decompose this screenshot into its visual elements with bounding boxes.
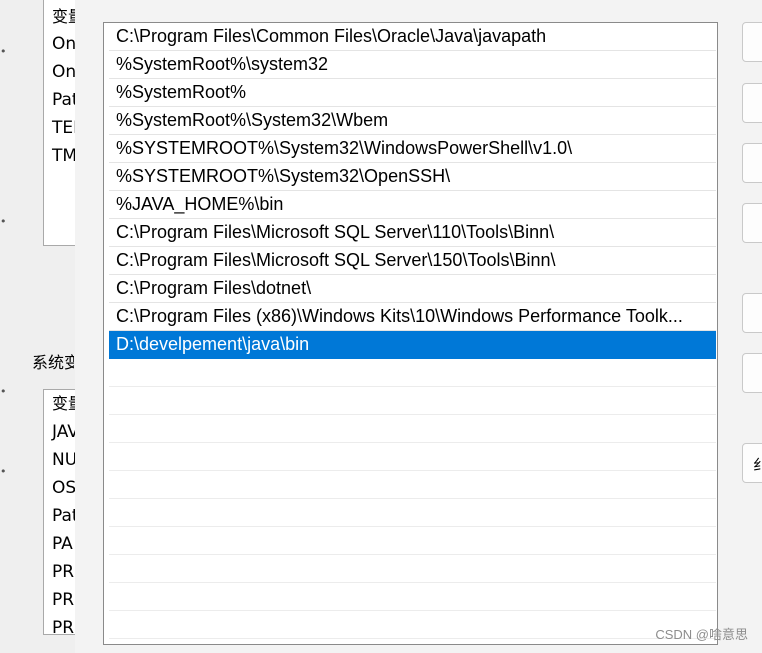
- edge-glyph: •: [0, 465, 6, 478]
- path-entries-list[interactable]: C:\Program Files\Common Files\Oracle\Jav…: [103, 22, 718, 645]
- edit-text-button[interactable]: 纟: [742, 443, 762, 483]
- edit-text-button-label: 纟: [753, 454, 762, 475]
- delete-button[interactable]: [742, 203, 762, 243]
- path-entry[interactable]: %JAVA_HOME%\bin: [109, 191, 716, 219]
- watermark: CSDN @啥意思: [655, 627, 748, 642]
- empty-row[interactable]: [109, 387, 716, 415]
- path-entry[interactable]: %SystemRoot%: [109, 79, 716, 107]
- empty-row[interactable]: [109, 611, 716, 639]
- empty-row[interactable]: [109, 555, 716, 583]
- browse-button[interactable]: [742, 143, 762, 183]
- path-entry[interactable]: C:\Program Files\Microsoft SQL Server\15…: [109, 247, 716, 275]
- move-up-button[interactable]: [742, 293, 762, 333]
- move-down-button[interactable]: [742, 353, 762, 393]
- path-entry-selected[interactable]: D:\develpement\java\bin: [109, 331, 716, 359]
- edge-glyph: •: [0, 385, 6, 398]
- edge-glyph: •: [0, 215, 6, 228]
- path-entry[interactable]: C:\Program Files (x86)\Windows Kits\10\W…: [109, 303, 716, 331]
- empty-row[interactable]: [109, 471, 716, 499]
- new-button[interactable]: [742, 22, 762, 62]
- path-entry[interactable]: C:\Program Files\Common Files\Oracle\Jav…: [109, 23, 716, 51]
- empty-row[interactable]: [109, 499, 716, 527]
- path-entry[interactable]: C:\Program Files\Microsoft SQL Server\11…: [109, 219, 716, 247]
- path-entry[interactable]: %SYSTEMROOT%\System32\OpenSSH\: [109, 163, 716, 191]
- empty-row[interactable]: [109, 359, 716, 387]
- empty-row[interactable]: [109, 415, 716, 443]
- path-entry[interactable]: %SystemRoot%\System32\Wbem: [109, 107, 716, 135]
- edit-path-dialog: C:\Program Files\Common Files\Oracle\Jav…: [75, 0, 762, 653]
- path-entry[interactable]: %SystemRoot%\system32: [109, 51, 716, 79]
- empty-row[interactable]: [109, 583, 716, 611]
- edge-glyph: •: [0, 45, 6, 58]
- path-entry[interactable]: C:\Program Files\dotnet\: [109, 275, 716, 303]
- edit-button[interactable]: [742, 83, 762, 123]
- empty-row[interactable]: [109, 527, 716, 555]
- empty-row[interactable]: [109, 443, 716, 471]
- system-variables-label: 系统变: [32, 353, 74, 372]
- path-entry[interactable]: %SYSTEMROOT%\System32\WindowsPowerShell\…: [109, 135, 716, 163]
